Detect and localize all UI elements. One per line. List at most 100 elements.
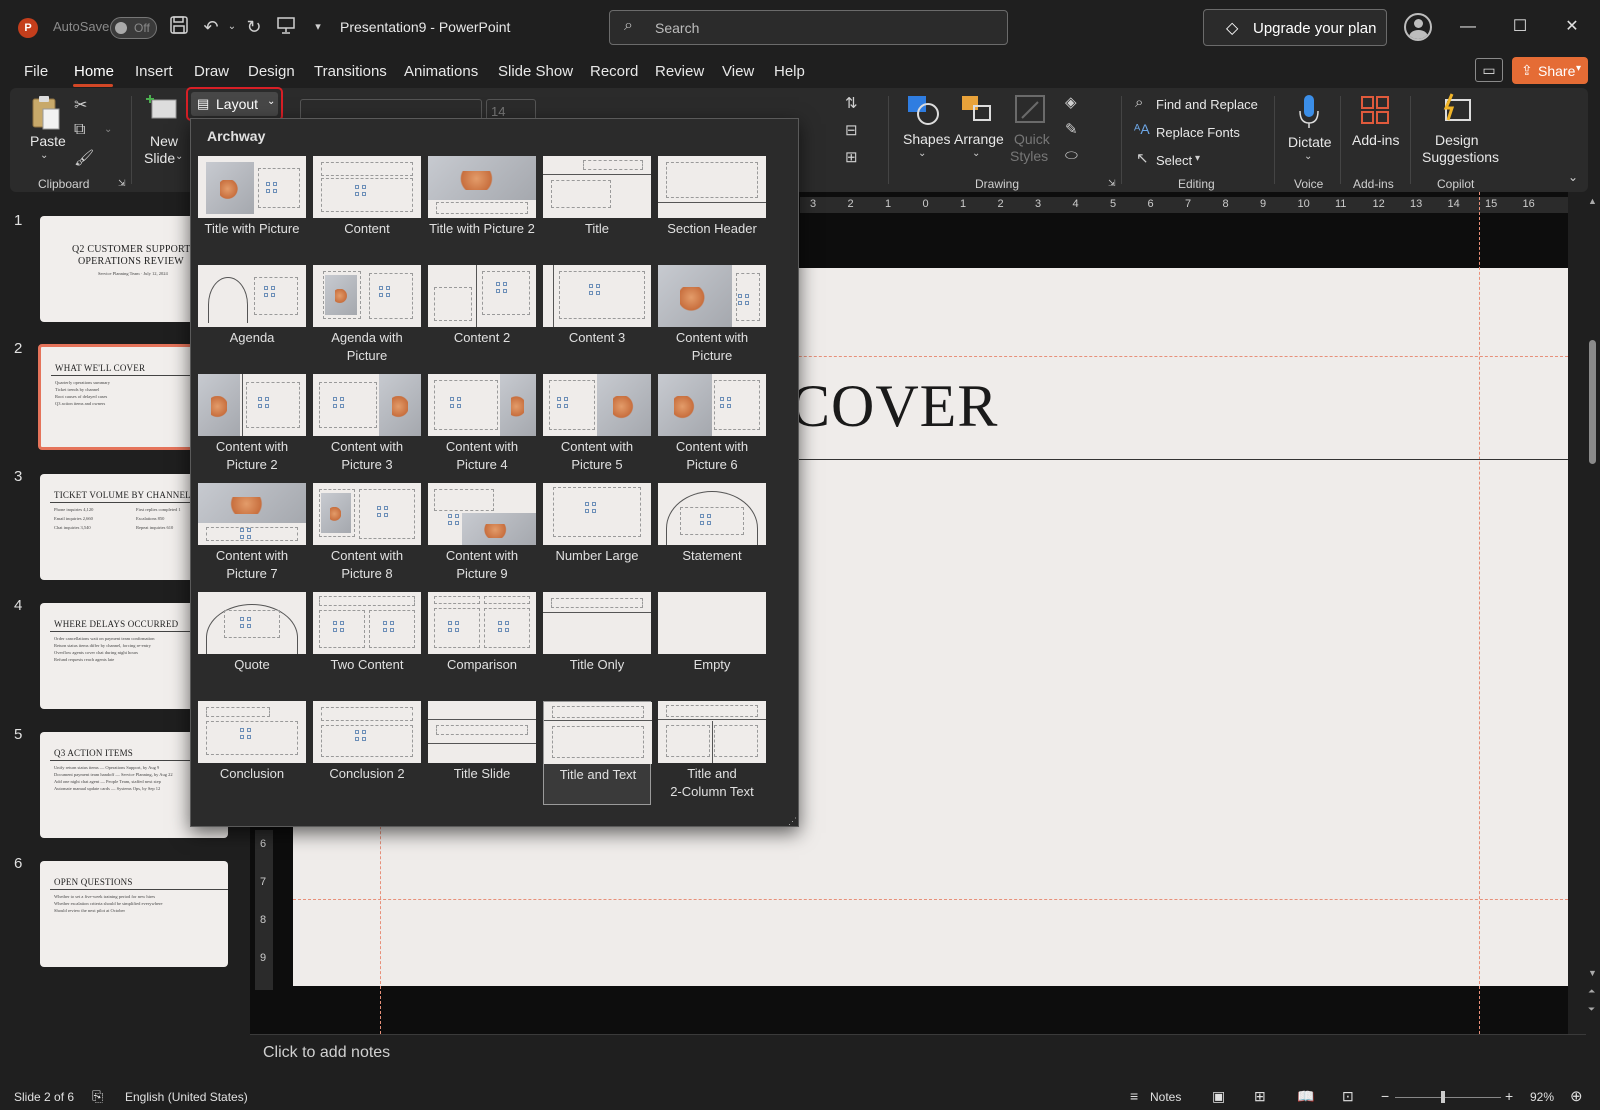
collapse-ribbon-chevron-icon[interactable]: ⌄ [1568,170,1578,184]
slideshow-view-icon[interactable]: ⊡ [1342,1088,1354,1105]
shape-effects-icon[interactable]: ⬭ [1065,147,1078,164]
microphone-icon[interactable] [1297,93,1321,129]
layout-option-title[interactable]: Title [543,156,651,260]
layout-option-content-with-picture-6[interactable]: Content with Picture 6 [658,374,766,478]
tab-insert[interactable]: Insert [135,63,173,80]
save-icon[interactable] [167,15,191,39]
select-chevron-icon[interactable]: ▾ [1195,153,1200,164]
layout-option-agenda-with-picture[interactable]: Agenda with Picture [313,265,421,369]
slide-title[interactable]: COVER [790,372,998,441]
tab-animations[interactable]: Animations [404,63,478,80]
new-slide-label-1[interactable]: New [150,133,178,149]
avatar[interactable] [1404,13,1432,41]
layout-option-content-with-picture[interactable]: Content with Picture [658,265,766,369]
fit-to-window-icon[interactable]: ⊕ [1570,1087,1583,1105]
design-suggestions-icon[interactable] [1440,92,1474,126]
notes-pane[interactable] [250,1034,1586,1086]
quick-styles-label-2[interactable]: Styles [1010,148,1048,164]
layout-option-title-and-text[interactable]: Title and Text [543,701,652,805]
layout-option-content-with-picture-7[interactable]: Content with Picture 7 [198,483,306,587]
tab-slide-show[interactable]: Slide Show [498,63,573,80]
slide-thumbnail-6[interactable]: OPEN QUESTIONS Whether to set a five-wee… [40,861,228,967]
autosave-toggle[interactable]: Off [110,17,157,39]
layout-option-content-with-picture-5[interactable]: Content with Picture 5 [543,374,651,478]
quick-styles-icon[interactable] [1014,94,1048,126]
layout-option-statement[interactable]: Statement [658,483,766,587]
layout-option-content-with-picture-3[interactable]: Content with Picture 3 [313,374,421,478]
normal-view-icon[interactable]: ▣ [1212,1088,1225,1105]
tab-help[interactable]: Help [774,63,805,80]
drawing-launcher-icon[interactable]: ⇲ [1108,178,1116,189]
search-box[interactable]: ⌕ Search [609,10,1008,45]
layout-option-number-large[interactable]: Number Large [543,483,651,587]
select-label[interactable]: Select [1156,153,1192,168]
layout-option-two-content[interactable]: Two Content [313,592,421,696]
reading-view-icon[interactable]: 📖 [1297,1088,1314,1105]
align-text-icon[interactable]: ⊟ [845,121,858,139]
notes-icon[interactable]: ≡ [1130,1088,1138,1104]
layout-option-empty[interactable]: Empty [658,592,766,696]
tab-view[interactable]: View [722,63,754,80]
replace-fonts-label[interactable]: Replace Fonts [1156,125,1240,140]
cut-icon[interactable]: ✂ [74,95,87,115]
minimize-icon[interactable]: — [1453,14,1483,40]
zoom-slider[interactable] [1395,1097,1501,1098]
share-button[interactable]: ⇪ Share ▾ [1512,57,1588,84]
layout-option-content-with-picture-4[interactable]: Content with Picture 4 [428,374,536,478]
redo-icon[interactable]: ↻ [242,15,266,39]
replace-fonts-icon[interactable]: ᴬA [1134,121,1150,137]
scrollbar-thumb[interactable] [1589,340,1596,464]
smartart-icon[interactable]: ⊞ [845,148,858,166]
layout-option-content-2[interactable]: Content 2 [428,265,536,369]
arrange-icon[interactable] [960,94,994,126]
notes-toggle[interactable]: Notes [1150,1090,1181,1104]
customize-toolbar-icon[interactable]: ▾ [306,15,330,39]
layout-option-comparison[interactable]: Comparison [428,592,536,696]
layout-option-title-with-picture-2[interactable]: Title with Picture 2 [428,156,536,260]
tab-transitions[interactable]: Transitions [314,63,387,80]
layout-option-agenda[interactable]: Agenda [198,265,306,369]
layout-option-content-with-picture-2[interactable]: Content with Picture 2 [198,374,306,478]
zoom-in-icon[interactable]: + [1505,1088,1513,1104]
scroll-up-icon[interactable]: ▲ [1588,196,1597,206]
close-icon[interactable]: ✕ [1557,14,1587,40]
paste-label[interactable]: Paste [30,133,66,149]
resize-grip-icon[interactable]: ⋰ [788,816,797,827]
slide-sorter-icon[interactable]: ⊞ [1254,1088,1266,1105]
undo-dropdown-chevron-icon[interactable]: ⌄ [220,15,244,39]
add-ins-icon[interactable] [1360,95,1390,125]
zoom-out-icon[interactable]: − [1381,1088,1389,1104]
copy-icon[interactable]: ⧉ [74,121,85,139]
clipboard-launcher-icon[interactable]: ⇲ [118,178,126,189]
guide-line[interactable] [1479,192,1480,1034]
layout-option-conclusion-2[interactable]: Conclusion 2 [313,701,421,805]
new-slide-icon[interactable] [146,94,178,126]
maximize-icon[interactable]: ☐ [1505,14,1535,40]
language-status[interactable]: English (United States) [125,1090,248,1104]
scroll-down-icon[interactable]: ▼ [1588,968,1597,978]
dictate-chevron-icon[interactable]: ⌄ [1304,151,1312,162]
notes-placeholder[interactable]: Click to add notes [263,1044,390,1062]
vertical-ruler[interactable]: 6 7 8 9 [255,830,273,990]
arrange-label[interactable]: Arrange [954,131,1004,147]
comments-icon[interactable]: ▭ [1475,58,1503,82]
layout-option-title-and-2-column-text[interactable]: Title and 2-Column Text [658,701,766,805]
next-slide-icon[interactable]: ⏷ [1588,1004,1595,1015]
tab-review[interactable]: Review [655,63,704,80]
layout-option-content-with-picture-8[interactable]: Content with Picture 8 [313,483,421,587]
vertical-scrollbar[interactable]: ▲ ▼ ⏶ ⏷ [1586,192,1600,1054]
shape-outline-icon[interactable]: ✎ [1065,120,1078,138]
design-suggestions-label-2[interactable]: Suggestions [1422,149,1499,165]
select-cursor-icon[interactable]: ↖ [1136,149,1149,167]
shapes-chevron-icon[interactable]: ⌄ [918,148,926,159]
shapes-icon[interactable] [906,94,940,126]
upgrade-plan-button[interactable]: ◇ Upgrade your plan [1203,9,1387,46]
accessibility-icon[interactable]: ⎘ [92,1088,103,1105]
arrange-chevron-icon[interactable]: ⌄ [972,148,980,159]
previous-slide-icon[interactable]: ⏶ [1588,986,1595,997]
dictate-label[interactable]: Dictate [1288,134,1332,150]
quick-styles-label-1[interactable]: Quick [1014,131,1050,147]
new-slide-chevron-icon[interactable]: ⌄ [175,151,183,162]
layout-option-title-with-picture[interactable]: Title with Picture [198,156,306,260]
tab-home[interactable]: Home [74,63,114,80]
